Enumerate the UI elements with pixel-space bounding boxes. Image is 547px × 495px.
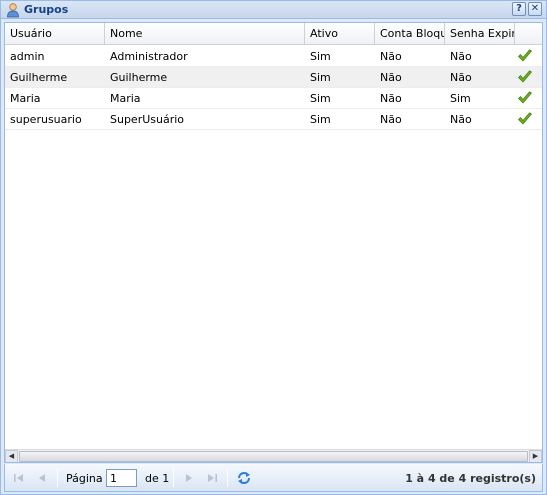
column-header-status[interactable] <box>515 23 542 45</box>
toolbar-separator <box>227 469 228 487</box>
table-row[interactable]: admin Administrador Sim Não Não <box>5 46 542 67</box>
cell-usuario: admin <box>10 50 45 63</box>
first-page-icon[interactable] <box>12 471 26 485</box>
cell-nome: Guilherme <box>110 71 168 84</box>
check-icon[interactable] <box>517 70 533 84</box>
window-title: Grupos <box>24 3 69 16</box>
cell-usuario: Maria <box>10 92 41 105</box>
scroll-left-icon[interactable]: ◀ <box>5 450 18 462</box>
cell-senha-expirou: Não <box>450 50 472 63</box>
refresh-icon[interactable] <box>236 470 252 486</box>
records-status: 1 à 4 de 4 registro(s) <box>405 472 536 485</box>
cell-conta-bloqueada: Não <box>380 92 402 105</box>
cell-ativo: Sim <box>310 113 331 126</box>
prev-page-icon[interactable] <box>35 471 49 485</box>
check-icon[interactable] <box>517 91 533 105</box>
cell-usuario: Guilherme <box>10 71 68 84</box>
table-row[interactable]: superusuario SuperUsuário Sim Não Não <box>5 109 542 130</box>
last-page-icon[interactable] <box>205 471 219 485</box>
cell-nome: Administrador <box>110 50 188 63</box>
cell-senha-expirou: Não <box>450 71 472 84</box>
toolbar-separator <box>57 469 58 487</box>
cell-ativo: Sim <box>310 92 331 105</box>
check-icon[interactable] <box>517 112 533 126</box>
column-header-nome[interactable]: Nome <box>105 23 305 45</box>
column-header-senha-expirou[interactable]: Senha Expiro <box>445 23 515 45</box>
paging-toolbar: Página de 1 1 à 4 de 4 registro(s) <box>4 464 543 492</box>
cell-usuario: superusuario <box>10 113 82 126</box>
table-row[interactable]: Guilherme Guilherme Sim Não Não <box>5 67 542 88</box>
cell-ativo: Sim <box>310 50 331 63</box>
column-header-usuario[interactable]: Usuário <box>5 23 105 45</box>
cell-senha-expirou: Sim <box>450 92 471 105</box>
column-header-conta-bloqueada[interactable]: Conta Bloque <box>375 23 445 45</box>
scrollbar-thumb[interactable] <box>19 451 528 462</box>
table-row[interactable]: Maria Maria Sim Não Sim <box>5 88 542 109</box>
users-grid: Usuário Nome Ativo Conta Bloque Senha Ex… <box>4 22 543 463</box>
column-header-ativo[interactable]: Ativo <box>305 23 375 45</box>
cell-conta-bloqueada: Não <box>380 71 402 84</box>
check-icon[interactable] <box>517 49 533 63</box>
window-titlebar[interactable]: Grupos ? ✕ <box>1 1 546 19</box>
cell-ativo: Sim <box>310 71 331 84</box>
help-button[interactable]: ? <box>512 2 526 16</box>
cell-nome: SuperUsuário <box>110 113 185 126</box>
user-icon <box>7 3 19 18</box>
page-number-input[interactable] <box>106 469 137 487</box>
page-label: Página <box>66 472 103 485</box>
horizontal-scrollbar[interactable]: ◀ ▶ <box>5 449 542 462</box>
cell-conta-bloqueada: Não <box>380 50 402 63</box>
cell-conta-bloqueada: Não <box>380 113 402 126</box>
cell-nome: Maria <box>110 92 141 105</box>
close-button[interactable]: ✕ <box>528 2 542 16</box>
grid-header: Usuário Nome Ativo Conta Bloque Senha Ex… <box>5 23 542 45</box>
toolbar-separator <box>173 469 174 487</box>
next-page-icon[interactable] <box>182 471 196 485</box>
page-count-label: de 1 <box>145 472 170 485</box>
cell-senha-expirou: Não <box>450 113 472 126</box>
scroll-right-icon[interactable]: ▶ <box>529 450 542 462</box>
grupos-window: Grupos ? ✕ Usuário Nome Ativo Conta Bloq… <box>0 0 547 495</box>
